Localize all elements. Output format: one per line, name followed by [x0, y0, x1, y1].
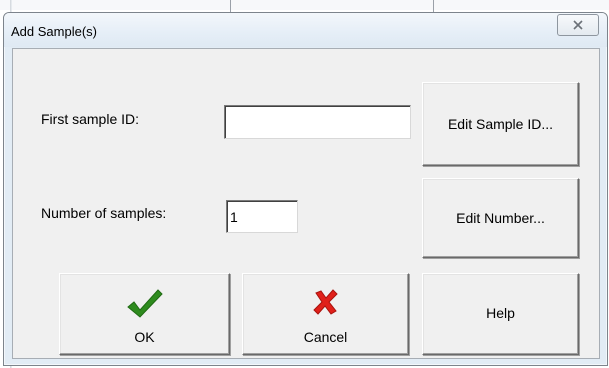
number-of-samples-label: Number of samples:	[41, 205, 167, 221]
close-icon	[573, 20, 583, 30]
first-sample-id-input[interactable]	[224, 105, 411, 139]
help-label: Help	[486, 305, 515, 321]
edit-number-button[interactable]: Edit Number...	[422, 178, 579, 258]
dialog-title: Add Sample(s)	[11, 24, 97, 39]
add-samples-dialog: Add Sample(s) First sample ID: Edit Samp…	[3, 12, 608, 366]
background-divider	[230, 0, 231, 12]
number-of-samples-input[interactable]	[226, 200, 298, 233]
background-divider	[433, 0, 434, 12]
first-sample-id-label: First sample ID:	[41, 111, 140, 127]
edit-sample-id-label: Edit Sample ID...	[447, 116, 554, 132]
edit-sample-id-button[interactable]: Edit Sample ID...	[422, 82, 579, 166]
edit-number-label: Edit Number...	[456, 210, 545, 226]
background-toolbar-strip	[0, 0, 609, 10]
cancel-button[interactable]: Cancel	[242, 273, 409, 355]
close-button[interactable]	[557, 14, 599, 36]
title-bar[interactable]: Add Sample(s)	[4, 13, 607, 47]
cancel-label: Cancel	[303, 329, 348, 345]
dialog-client-area: First sample ID: Edit Sample ID... Numbe…	[12, 48, 600, 359]
help-button[interactable]: Help	[422, 273, 579, 355]
red-x-icon	[312, 289, 338, 315]
checkmark-icon	[126, 289, 163, 318]
ok-button[interactable]: OK	[59, 273, 230, 355]
ok-label: OK	[134, 329, 155, 345]
